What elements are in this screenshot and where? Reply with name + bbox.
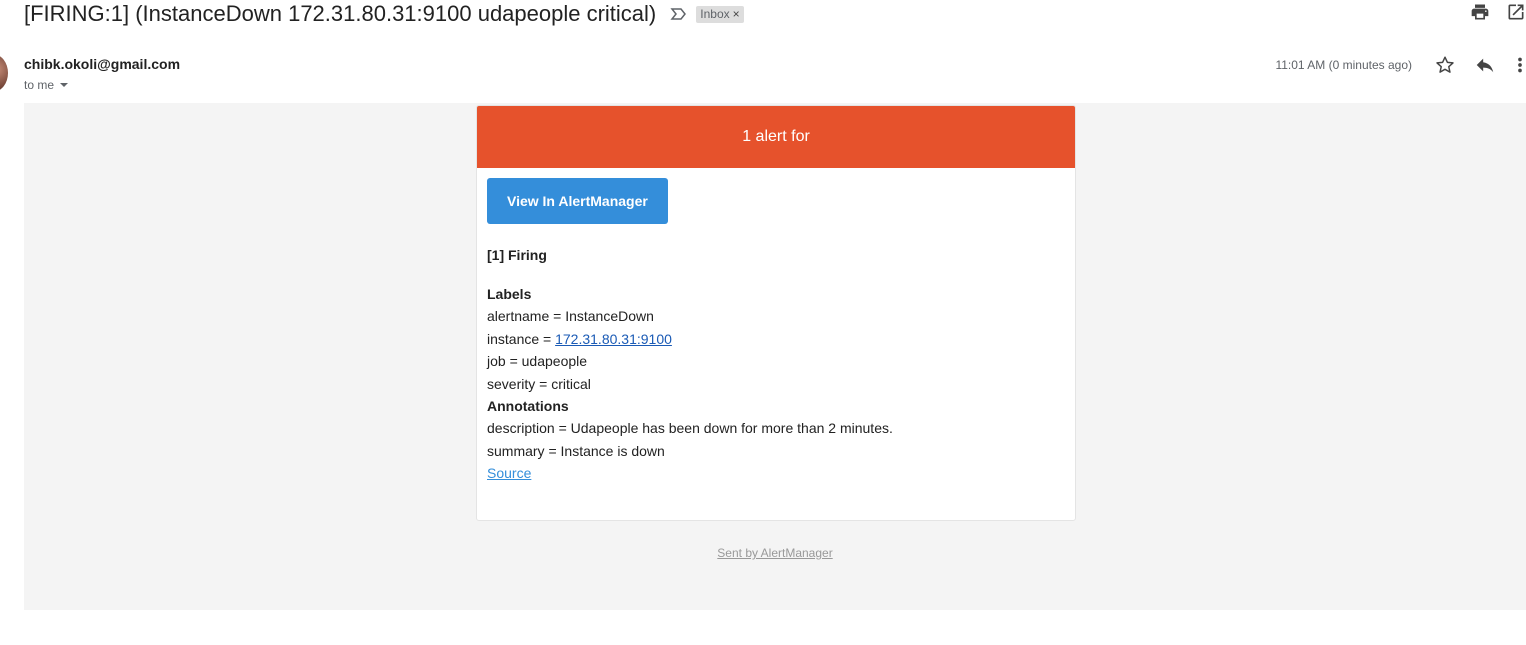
message-meta: 11:01 AM (0 minutes ago) <box>1275 54 1526 76</box>
remove-label-icon[interactable]: × <box>733 7 740 21</box>
sender-avatar[interactable] <box>0 54 8 92</box>
message-timestamp: 11:01 AM (0 minutes ago) <box>1275 58 1412 72</box>
annotation-summary: summary = Instance is down <box>487 442 665 459</box>
recipient-label: to me <box>24 78 55 92</box>
alert-content: View In AlertManager [1] Firing Labels a… <box>477 168 1075 485</box>
email-subject: [FIRING:1] (InstanceDown 172.31.80.31:91… <box>24 1 657 26</box>
recipient-details[interactable]: to me <box>24 78 69 92</box>
sent-by-alertmanager-link[interactable]: Sent by AlertManager <box>717 546 832 560</box>
more-vert-icon[interactable] <box>1514 54 1526 76</box>
source-link[interactable]: Source <box>487 465 531 481</box>
thread-actions <box>1470 2 1526 22</box>
view-in-alertmanager-button[interactable]: View In AlertManager <box>487 178 668 224</box>
star-icon[interactable] <box>1434 54 1456 76</box>
label-instance: instance = 172.31.80.31:9100 <box>487 328 1065 351</box>
sender-email[interactable]: chibk.okoli@gmail.com <box>24 56 180 72</box>
print-icon[interactable] <box>1470 2 1490 22</box>
instance-link[interactable]: 172.31.80.31:9100 <box>555 331 672 347</box>
open-in-new-window-icon[interactable] <box>1506 2 1526 22</box>
caret-down-icon[interactable] <box>60 83 69 87</box>
inbox-label-badge[interactable]: Inbox × <box>696 5 744 23</box>
annotations-title: Annotations <box>487 398 569 414</box>
alert-header: 1 alert for <box>477 106 1075 168</box>
label-job: job = udapeople <box>487 353 588 369</box>
label-severity: severity = critical <box>487 375 591 392</box>
importance-marker-icon[interactable] <box>670 7 688 21</box>
alert-card: 1 alert for View In AlertManager [1] Fir… <box>476 105 1076 521</box>
email-footer: Sent by AlertManager <box>24 546 1526 560</box>
annotation-description: description = Udapeople has been down fo… <box>487 420 893 436</box>
label-alertname: alertname = InstanceDown <box>487 308 654 324</box>
label-instance-prefix: instance = <box>487 330 556 347</box>
reply-icon[interactable] <box>1474 54 1496 76</box>
labels-title: Labels <box>487 286 532 302</box>
email-body: 1 alert for View In AlertManager [1] Fir… <box>24 103 1526 610</box>
email-subject-row: [FIRING:1] (InstanceDown 172.31.80.31:91… <box>24 0 744 28</box>
inbox-label-text: Inbox <box>700 6 730 21</box>
firing-title: [1] Firing <box>487 247 547 263</box>
